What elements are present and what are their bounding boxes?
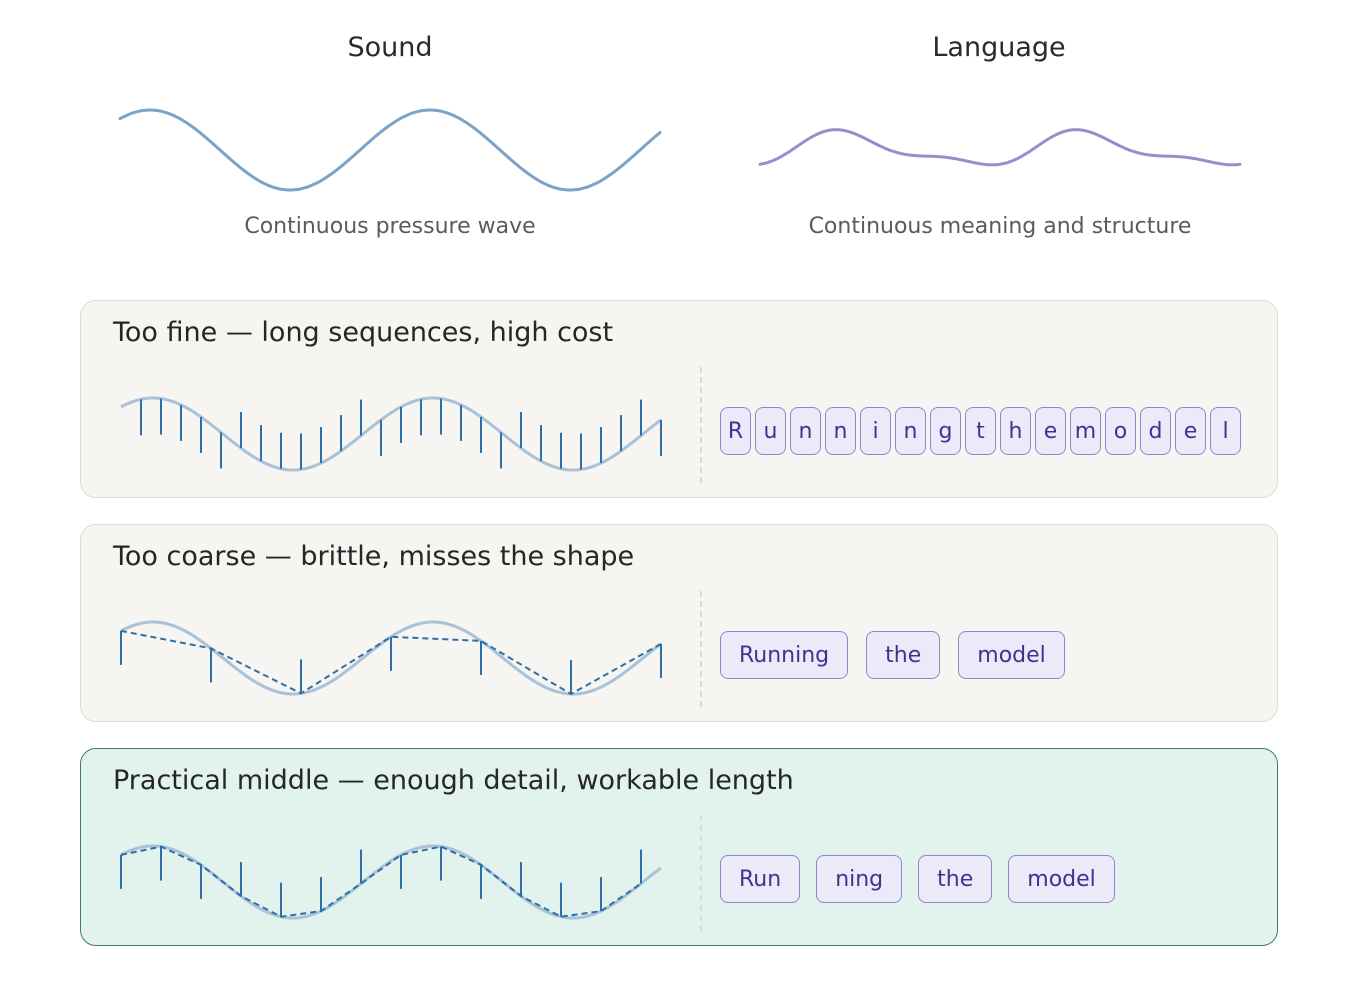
token-row: Runningthemodel [720,407,1245,455]
token: ning [816,855,903,903]
token: e [1035,407,1066,455]
token: Running [720,631,849,679]
token: g [930,407,961,455]
middle-sampling-wave [120,844,662,920]
token: the [866,631,941,679]
sound-title: Sound [347,32,433,63]
fine-sampling-wave [120,396,662,472]
token: t [965,407,996,455]
token: i [860,407,891,455]
too-coarse-panel: Too coarse — brittle, misses the shape R… [80,524,1278,722]
language-wave [758,128,1242,167]
approximation-line [120,845,642,918]
language-caption: Continuous meaning and structure [808,214,1192,239]
panel-title: Too fine — long sequences, high cost [113,317,614,348]
token: d [1140,407,1171,455]
divider [700,591,702,707]
token-row: Runningthe model [720,855,1131,903]
divider [700,367,702,483]
token: n [895,407,926,455]
panel-title: Practical middle — enough detail, workab… [113,765,794,796]
token: o [1105,407,1136,455]
token: l [1210,407,1241,455]
token: n [790,407,821,455]
token: m [1070,407,1101,455]
coarse-sampling-wave [120,620,662,696]
panel-title: Too coarse — brittle, misses the shape [113,541,635,572]
token: e [1175,407,1206,455]
token: the [918,855,993,903]
sound-caption: Continuous pressure wave [244,214,536,239]
token: model [958,631,1065,679]
sound-wave [118,108,662,192]
divider [700,815,702,931]
token: h [1000,407,1031,455]
token: Run [720,855,801,903]
token: n [825,407,856,455]
language-title: Language [932,32,1066,63]
token: u [755,407,786,455]
practical-middle-panel: Practical middle — enough detail, workab… [80,748,1278,946]
token: model [1008,855,1115,903]
token-row: Running the model [720,631,1083,679]
token: R [720,407,751,455]
too-fine-panel: Too fine — long sequences, high cost Run… [80,300,1278,498]
